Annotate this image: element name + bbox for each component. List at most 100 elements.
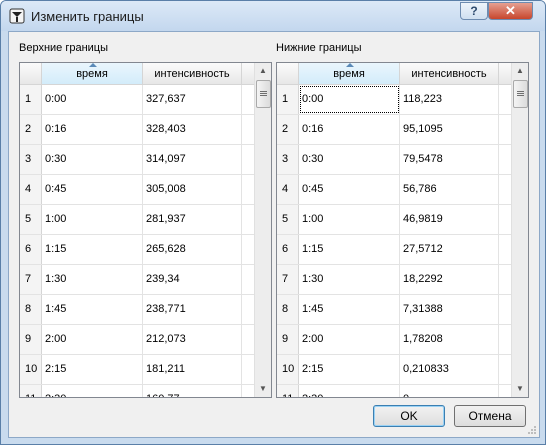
ok-button[interactable]: OK [373,405,445,427]
row-number[interactable]: 11 [277,385,299,397]
time-cell[interactable]: 1:00 [42,205,143,234]
table-row[interactable]: 9 2:00 1,78208 [277,325,512,355]
row-number[interactable]: 4 [20,175,42,204]
table-row[interactable]: 1 0:00 327,637 [20,85,255,115]
time-cell[interactable]: 1:30 [42,265,143,294]
intensity-cell[interactable]: 314,097 [143,145,242,174]
table-row[interactable]: 112:30160,77 [20,385,255,397]
row-number[interactable]: 5 [277,205,299,234]
row-number[interactable]: 2 [20,115,42,144]
table-row[interactable]: 2 0:16 95,1095 [277,115,512,145]
table-row[interactable]: 10 2:15 181,211 [20,355,255,385]
help-button[interactable]: ? [460,2,488,20]
table-row[interactable]: 6 1:15 265,628 [20,235,255,265]
intensity-cell[interactable]: 46,9819 [400,205,499,234]
intensity-cell[interactable]: 0 [400,385,499,397]
row-number[interactable]: 7 [277,265,299,294]
row-number[interactable]: 8 [277,295,299,324]
time-cell[interactable]: 1:15 [299,235,400,264]
time-cell[interactable]: 2:15 [42,355,143,384]
column-header-intensity[interactable]: интенсивность [400,63,499,85]
table-row[interactable]: 5 1:00 46,9819 [277,205,512,235]
table-row[interactable]: 3 0:30 314,097 [20,145,255,175]
table-row[interactable]: 9 2:00 212,073 [20,325,255,355]
intensity-cell[interactable]: 1,78208 [400,325,499,354]
intensity-cell[interactable]: 160,77 [143,385,242,397]
time-cell[interactable]: 0:30 [299,145,400,174]
lower-vertical-scrollbar[interactable]: ▲ ▼ [511,63,528,397]
row-number[interactable]: 3 [20,145,42,174]
table-row[interactable]: 8 1:45 238,771 [20,295,255,325]
table-row[interactable]: 10 2:15 0,210833 [277,355,512,385]
upper-vertical-scrollbar[interactable]: ▲ ▼ [254,63,271,397]
scroll-up-icon[interactable]: ▲ [512,63,528,79]
table-row[interactable]: 7 1:30 239,34 [20,265,255,295]
intensity-cell[interactable]: 239,34 [143,265,242,294]
table-row[interactable]: 2 0:16 328,403 [20,115,255,145]
scroll-thumb[interactable] [256,80,271,108]
intensity-cell[interactable]: 281,937 [143,205,242,234]
intensity-cell[interactable]: 238,771 [143,295,242,324]
time-cell[interactable]: 0:45 [299,175,400,204]
title-bar[interactable]: Изменить границы ? ✕ [1,1,545,31]
time-cell[interactable]: 2:00 [42,325,143,354]
corner-header[interactable] [277,63,299,85]
row-number[interactable]: 1 [277,85,299,114]
intensity-cell[interactable]: 305,008 [143,175,242,204]
row-number[interactable]: 6 [277,235,299,264]
time-cell[interactable]: 1:00 [299,205,400,234]
row-number[interactable]: 1 [20,85,42,114]
time-cell[interactable]: 1:30 [299,265,400,294]
table-row[interactable]: 4 0:45 305,008 [20,175,255,205]
time-cell[interactable]: 2:30 [299,385,400,397]
table-row[interactable]: 6 1:15 27,5712 [277,235,512,265]
scroll-down-icon[interactable]: ▼ [512,381,528,397]
scroll-thumb[interactable] [513,80,528,108]
intensity-cell[interactable]: 265,628 [143,235,242,264]
time-cell[interactable]: 2:00 [299,325,400,354]
row-number[interactable]: 4 [277,175,299,204]
intensity-cell[interactable]: 56,786 [400,175,499,204]
intensity-cell[interactable]: 7,31388 [400,295,499,324]
intensity-cell[interactable]: 327,637 [143,85,242,114]
time-cell[interactable]: 1:45 [299,295,400,324]
table-row[interactable]: 5 1:00 281,937 [20,205,255,235]
row-number[interactable]: 10 [277,355,299,384]
time-cell[interactable]: 1:15 [42,235,143,264]
time-cell[interactable]: 0:16 [299,115,400,144]
intensity-cell[interactable]: 79,5478 [400,145,499,174]
intensity-cell[interactable]: 95,1095 [400,115,499,144]
row-number[interactable]: 3 [277,145,299,174]
time-cell[interactable]: 0:00 [42,85,143,114]
row-number[interactable]: 5 [20,205,42,234]
row-number[interactable]: 9 [277,325,299,354]
row-number[interactable]: 10 [20,355,42,384]
time-cell[interactable]: 0:00 [299,85,400,114]
time-cell[interactable]: 0:30 [42,145,143,174]
row-number[interactable]: 7 [20,265,42,294]
corner-header[interactable] [20,63,42,85]
intensity-cell[interactable]: 181,211 [143,355,242,384]
column-header-intensity[interactable]: интенсивность [143,63,242,85]
table-row[interactable]: 112:300 [277,385,512,397]
row-number[interactable]: 8 [20,295,42,324]
time-cell[interactable]: 1:45 [42,295,143,324]
scroll-down-icon[interactable]: ▼ [255,381,271,397]
scroll-up-icon[interactable]: ▲ [255,63,271,79]
table-row[interactable]: 8 1:45 7,31388 [277,295,512,325]
intensity-cell[interactable]: 212,073 [143,325,242,354]
row-number[interactable]: 6 [20,235,42,264]
time-cell[interactable]: 0:45 [42,175,143,204]
row-number[interactable]: 2 [277,115,299,144]
column-header-time[interactable]: время [299,63,400,85]
row-number[interactable]: 9 [20,325,42,354]
time-cell[interactable]: 0:16 [42,115,143,144]
table-row[interactable]: 3 0:30 79,5478 [277,145,512,175]
close-button[interactable]: ✕ [488,2,533,20]
intensity-cell[interactable]: 118,223 [400,85,499,114]
table-row[interactable]: 4 0:45 56,786 [277,175,512,205]
table-row[interactable]: 7 1:30 18,2292 [277,265,512,295]
time-cell[interactable]: 2:30 [42,385,143,397]
time-cell[interactable]: 2:15 [299,355,400,384]
column-header-time[interactable]: время [42,63,143,85]
